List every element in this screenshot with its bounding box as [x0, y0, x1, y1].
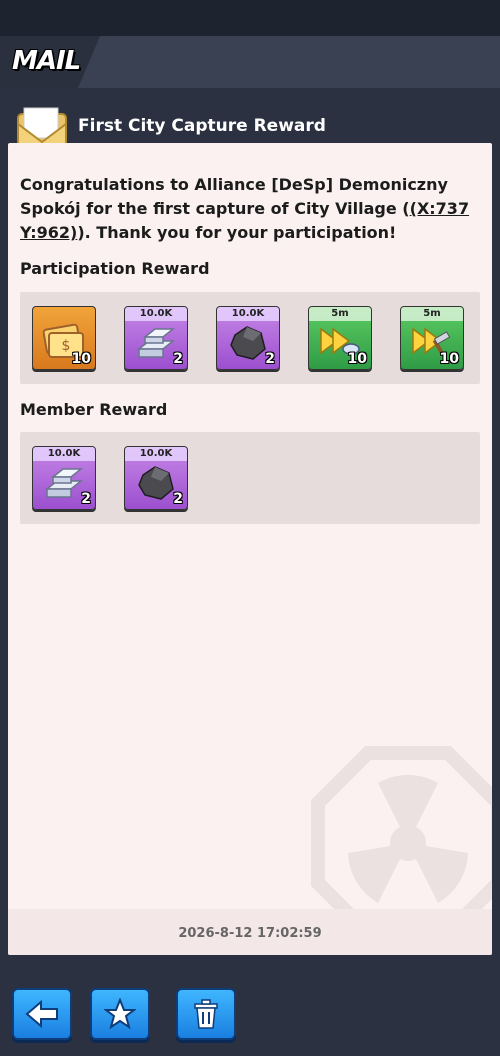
item-count: 2	[173, 351, 183, 367]
star-icon	[104, 998, 136, 1030]
item-tag: 10.0K	[125, 447, 187, 461]
item-count: 10	[71, 351, 91, 367]
item-count: 10	[347, 351, 367, 367]
trash-icon	[194, 999, 218, 1029]
mail-subject: First City Capture Reward	[78, 116, 326, 136]
reward-item-iron-ingots[interactable]: 10.0K 2	[124, 306, 188, 370]
item-count: 2	[81, 491, 91, 507]
item-tag: 10.0K	[217, 307, 279, 321]
item-count: 10	[439, 351, 459, 367]
reward-item-stone[interactable]: 10.0K 2	[216, 306, 280, 370]
svg-text:$: $	[62, 338, 71, 354]
status-bar	[0, 0, 500, 36]
ingot-icon	[44, 468, 84, 498]
reward-item-gold-tickets[interactable]: $ 10	[32, 306, 96, 370]
mail-body-panel: Congratulations to Alliance [DeSp] Demon…	[8, 143, 492, 955]
participation-reward-label: Participation Reward	[20, 259, 210, 278]
item-tag: 5m	[309, 307, 371, 321]
item-count: 2	[173, 491, 183, 507]
reward-item-iron-ingots[interactable]: 10.0K 2	[32, 446, 96, 510]
message-text-1: Congratulations to Alliance [DeSp] Demon…	[20, 175, 448, 218]
reward-item-speedup-training[interactable]: 5m 10	[308, 306, 372, 370]
bottom-toolbar	[0, 956, 500, 1056]
stone-icon	[230, 326, 266, 360]
participation-reward-box: $ 10 10.0K 2 10.0K 2 5m 10 5m 10	[20, 292, 480, 384]
reward-item-speedup-building[interactable]: 5m 10	[400, 306, 464, 370]
member-reward-label: Member Reward	[20, 400, 168, 419]
item-count: 2	[265, 351, 275, 367]
delete-button[interactable]	[176, 988, 236, 1040]
stone-icon	[138, 466, 174, 500]
back-button[interactable]	[12, 988, 72, 1040]
page-title: MAIL	[12, 46, 81, 76]
message-text-2: ). Thank you for your participation!	[77, 223, 397, 242]
mail-date: 2026-8-12 17:02:59	[178, 926, 322, 941]
favorite-button[interactable]	[90, 988, 150, 1040]
back-arrow-icon	[25, 1000, 58, 1028]
item-tag: 10.0K	[125, 307, 187, 321]
item-tag: 5m	[401, 307, 463, 321]
member-reward-box: 10.0K 2 10.0K 2	[20, 432, 480, 524]
item-tag: 10.0K	[33, 447, 95, 461]
reward-item-stone[interactable]: 10.0K 2	[124, 446, 188, 510]
ingot-icon	[136, 328, 176, 358]
mail-message: Congratulations to Alliance [DeSp] Demon…	[20, 173, 482, 245]
